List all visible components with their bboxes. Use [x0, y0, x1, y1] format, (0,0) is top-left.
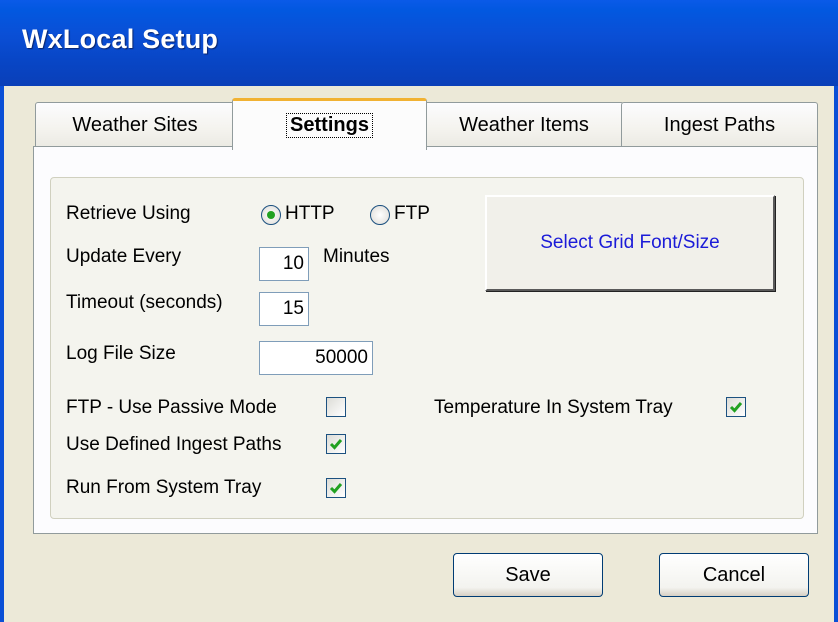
log-file-size-label: Log File Size — [66, 343, 176, 364]
timeout-input[interactable]: 15 — [259, 292, 309, 326]
checkmark-icon — [729, 402, 743, 413]
ftp-passive-checkbox[interactable] — [326, 397, 346, 417]
tab-settings-label: Settings — [286, 113, 373, 138]
tab-ingest-paths[interactable]: Ingest Paths — [621, 102, 818, 147]
update-every-label: Update Every — [66, 246, 182, 267]
run-from-tray-label: Run From System Tray — [66, 477, 262, 498]
ftp-radio[interactable] — [370, 205, 390, 225]
settings-panel: Retrieve Using HTTP FTP Update Every 10 … — [33, 146, 818, 534]
temperature-tray-checkbox[interactable] — [726, 397, 746, 417]
minutes-label: Minutes — [323, 246, 390, 267]
temperature-tray-label: Temperature In System Tray — [434, 397, 673, 418]
window-title: WxLocal Setup — [22, 24, 219, 54]
timeout-label: Timeout (seconds) — [66, 292, 223, 313]
http-radio[interactable] — [261, 205, 281, 225]
title-bar[interactable]: WxLocal Setup — [0, 0, 838, 86]
http-label[interactable]: HTTP — [285, 203, 335, 225]
ftp-passive-label: FTP - Use Passive Mode — [66, 397, 277, 418]
tab-settings[interactable]: Settings — [232, 98, 427, 150]
ftp-label[interactable]: FTP — [394, 203, 430, 225]
retrieve-using-label: Retrieve Using — [66, 203, 191, 224]
update-every-input[interactable]: 10 — [259, 247, 309, 281]
save-button[interactable]: Save — [453, 553, 603, 597]
run-from-tray-checkbox[interactable] — [326, 478, 346, 498]
ingest-paths-label: Use Defined Ingest Paths — [66, 434, 282, 455]
log-file-size-input[interactable]: 50000 — [259, 341, 373, 375]
ingest-paths-checkbox[interactable] — [326, 434, 346, 454]
cancel-button[interactable]: Cancel — [659, 553, 809, 597]
select-grid-font-button[interactable]: Select Grid Font/Size — [485, 195, 775, 291]
tab-weather-sites[interactable]: Weather Sites — [35, 102, 235, 147]
checkmark-icon — [329, 483, 343, 494]
checkmark-icon — [329, 439, 343, 450]
tab-weather-items[interactable]: Weather Items — [424, 102, 624, 147]
